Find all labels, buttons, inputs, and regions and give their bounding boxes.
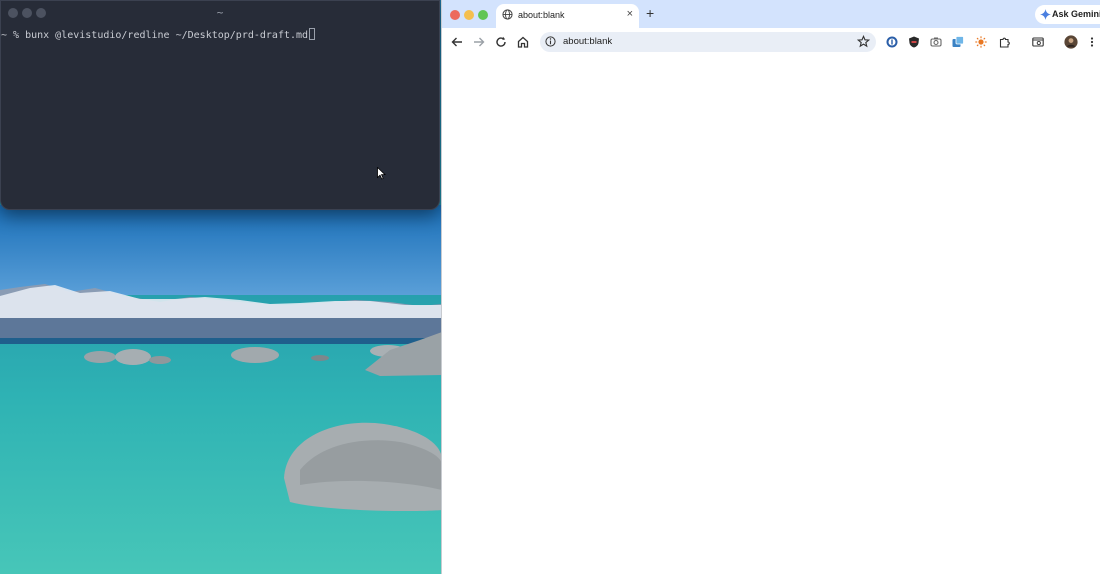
camera-icon[interactable] [930, 36, 942, 48]
globe-icon [502, 9, 513, 20]
back-arrow-icon[interactable] [450, 35, 464, 49]
ask-gemini-label: Ask Gemini [1052, 9, 1100, 19]
forward-arrow-icon[interactable] [472, 35, 486, 49]
extension-square-icon[interactable] [952, 36, 964, 48]
url-text[interactable]: about:blank [563, 36, 612, 47]
terminal-prompt-line[interactable]: ~ % bunx @levistudio/redline ~/Desktop/p… [1, 28, 316, 41]
avatar[interactable] [1064, 35, 1078, 49]
mouse-pointer-icon [377, 167, 386, 180]
home-icon[interactable] [516, 35, 530, 49]
tab-about-blank[interactable]: about:blank × [496, 4, 639, 28]
address-bar[interactable]: about:blank [540, 32, 876, 52]
terminal-window[interactable]: ~ ~ % bunx @levistudio/redline ~/Desktop… [0, 0, 440, 210]
terminal-command-text: ~ % bunx @levistudio/redline ~/Desktop/p… [1, 30, 309, 41]
window-minimize-button[interactable] [464, 10, 474, 20]
more-menu-icon[interactable] [1089, 36, 1095, 48]
bookmark-star-icon[interactable] [857, 35, 870, 48]
window-zoom-button[interactable] [478, 10, 488, 20]
password-manager-icon[interactable] [886, 36, 898, 48]
terminal-title: ~ [216, 6, 224, 19]
plus-icon[interactable]: + [646, 5, 654, 21]
tab-strip[interactable]: about:blank × + Ask Gemini [442, 0, 1100, 28]
browser-toolbar[interactable]: about:blank [442, 28, 1100, 57]
reload-icon[interactable] [494, 35, 508, 49]
puzzle-icon[interactable] [999, 36, 1011, 48]
gemini-spark-icon [1040, 9, 1051, 20]
terminal-cursor [309, 28, 316, 40]
window-close-button[interactable] [450, 10, 460, 20]
close-icon[interactable]: × [627, 8, 633, 20]
tab-search-icon[interactable] [1032, 36, 1044, 48]
terminal-titlebar[interactable]: ~ [1, 1, 439, 25]
site-info-icon[interactable] [545, 36, 556, 47]
tab-title: about:blank [518, 10, 565, 20]
ask-gemini-button[interactable]: Ask Gemini [1035, 5, 1100, 24]
browser-window[interactable]: about:blank × + Ask Gemini about:blank [441, 0, 1100, 574]
shield-icon[interactable] [908, 36, 920, 48]
blank-page-content[interactable] [442, 56, 1100, 574]
sun-icon[interactable] [975, 36, 987, 48]
